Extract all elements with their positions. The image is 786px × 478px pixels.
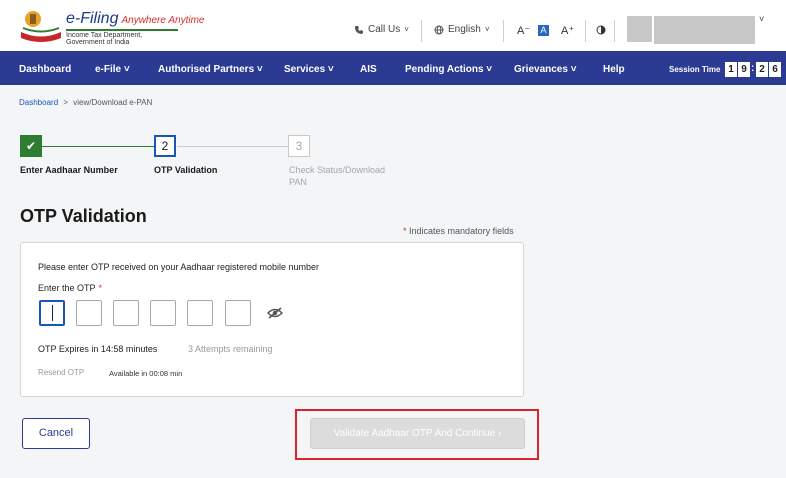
step-2-indicator: 2	[154, 135, 176, 157]
otp-digit-input-6[interactable]	[225, 300, 251, 326]
nav-item-grievances[interactable]: Grievances ˅	[514, 64, 577, 75]
step-1-check-icon: ✔	[20, 135, 42, 157]
otp-digit-input-4[interactable]	[150, 300, 176, 326]
header-divider	[421, 20, 422, 42]
step-3-indicator: 3	[288, 135, 310, 157]
phone-icon	[355, 25, 363, 34]
otp-digit-input-1[interactable]	[39, 300, 65, 326]
logo-title[interactable]: e-Filing Anywhere Anytime	[66, 10, 204, 28]
user-name-redacted[interactable]	[654, 16, 755, 44]
nav-item-dashboard[interactable]: Dashboard	[19, 64, 71, 75]
header-divider	[585, 20, 586, 42]
session-digit: 6	[769, 62, 781, 77]
breadcrumb-separator: >	[63, 98, 69, 107]
step-1-label: Enter Aadhaar Number	[20, 165, 118, 175]
chevron-down-icon[interactable]: ˅	[759, 14, 764, 24]
otp-card: Please enter OTP received on your Aadhaa…	[20, 242, 524, 397]
call-us-link[interactable]: Call Us ˅	[354, 24, 409, 35]
avatar[interactable]	[627, 16, 652, 42]
cancel-button[interactable]: Cancel	[22, 418, 90, 449]
session-digit: 1	[725, 62, 737, 77]
attempts-remaining-text: 3 Attempts remaining	[188, 344, 273, 354]
font-default-button[interactable]: A	[538, 25, 549, 36]
nav-item-services[interactable]: Services ˅	[284, 64, 334, 75]
emblem-logo-icon	[21, 11, 61, 42]
step-connector	[42, 146, 154, 147]
header-divider	[614, 20, 615, 42]
breadcrumb: Dashboard > view/Download e-PAN	[19, 98, 152, 107]
chevron-down-icon: ˅	[484, 25, 490, 34]
otp-expiry-text: OTP Expires in 14:58 minutes	[38, 344, 158, 354]
session-digit: 9	[738, 62, 750, 77]
nav-item-authorised-partners[interactable]: Authorised Partners ˅	[158, 64, 263, 75]
nav-item-pending-actions[interactable]: Pending Actions ˅	[405, 64, 492, 75]
call-us-label: Call Us	[368, 24, 401, 35]
globe-icon	[434, 25, 444, 34]
language-label: English	[448, 24, 481, 35]
otp-digit-input-2[interactable]	[76, 300, 102, 326]
nav-item-e-file[interactable]: e-File ˅	[95, 64, 130, 75]
session-colon: :	[751, 63, 755, 74]
otp-digit-input-5[interactable]	[187, 300, 213, 326]
main-nav: Dashboard e-File ˅ Authorised Partners ˅…	[0, 51, 786, 85]
top-header: e-Filing Anywhere Anytime Income Tax Depa…	[0, 0, 786, 51]
nav-item-help[interactable]: Help	[603, 64, 625, 75]
resend-otp-link[interactable]: Resend OTP	[38, 368, 84, 377]
step-3-label: Check Status/Download PAN	[289, 165, 386, 187]
resend-available-text: Available in 00:08 min	[109, 369, 183, 378]
header-divider	[503, 20, 504, 42]
chevron-down-icon: ˅	[404, 25, 409, 34]
breadcrumb-current: view/Download e-PAN	[73, 98, 153, 107]
eye-slash-icon[interactable]	[267, 307, 283, 319]
logo-subtitle: Income Tax Department, Government of Ind…	[66, 29, 178, 46]
otp-instruction: Please enter OTP received on your Aadhaa…	[38, 262, 319, 272]
validate-otp-continue-button[interactable]: Validate Aadhaar OTP And Continue ›	[310, 418, 525, 449]
language-selector[interactable]: English ˅	[434, 24, 489, 35]
contrast-icon[interactable]	[596, 25, 606, 35]
session-digit: 2	[756, 62, 768, 77]
logo-tagline: Anywhere Anytime	[121, 15, 205, 26]
step-connector	[177, 146, 288, 147]
nav-item-ais[interactable]: AIS	[360, 64, 377, 75]
step-2-label: OTP Validation	[154, 165, 218, 175]
font-increase-button[interactable]: A⁺	[561, 24, 574, 37]
font-decrease-button[interactable]: A⁻	[517, 24, 530, 37]
mandatory-note: * Indicates mandatory fields	[403, 226, 514, 236]
breadcrumb-dashboard-link[interactable]: Dashboard	[19, 98, 58, 107]
page-title: OTP Validation	[20, 206, 147, 226]
otp-digit-input-3[interactable]	[113, 300, 139, 326]
session-time-label: Session Time	[669, 65, 721, 74]
otp-label: Enter the OTP *	[38, 283, 103, 293]
